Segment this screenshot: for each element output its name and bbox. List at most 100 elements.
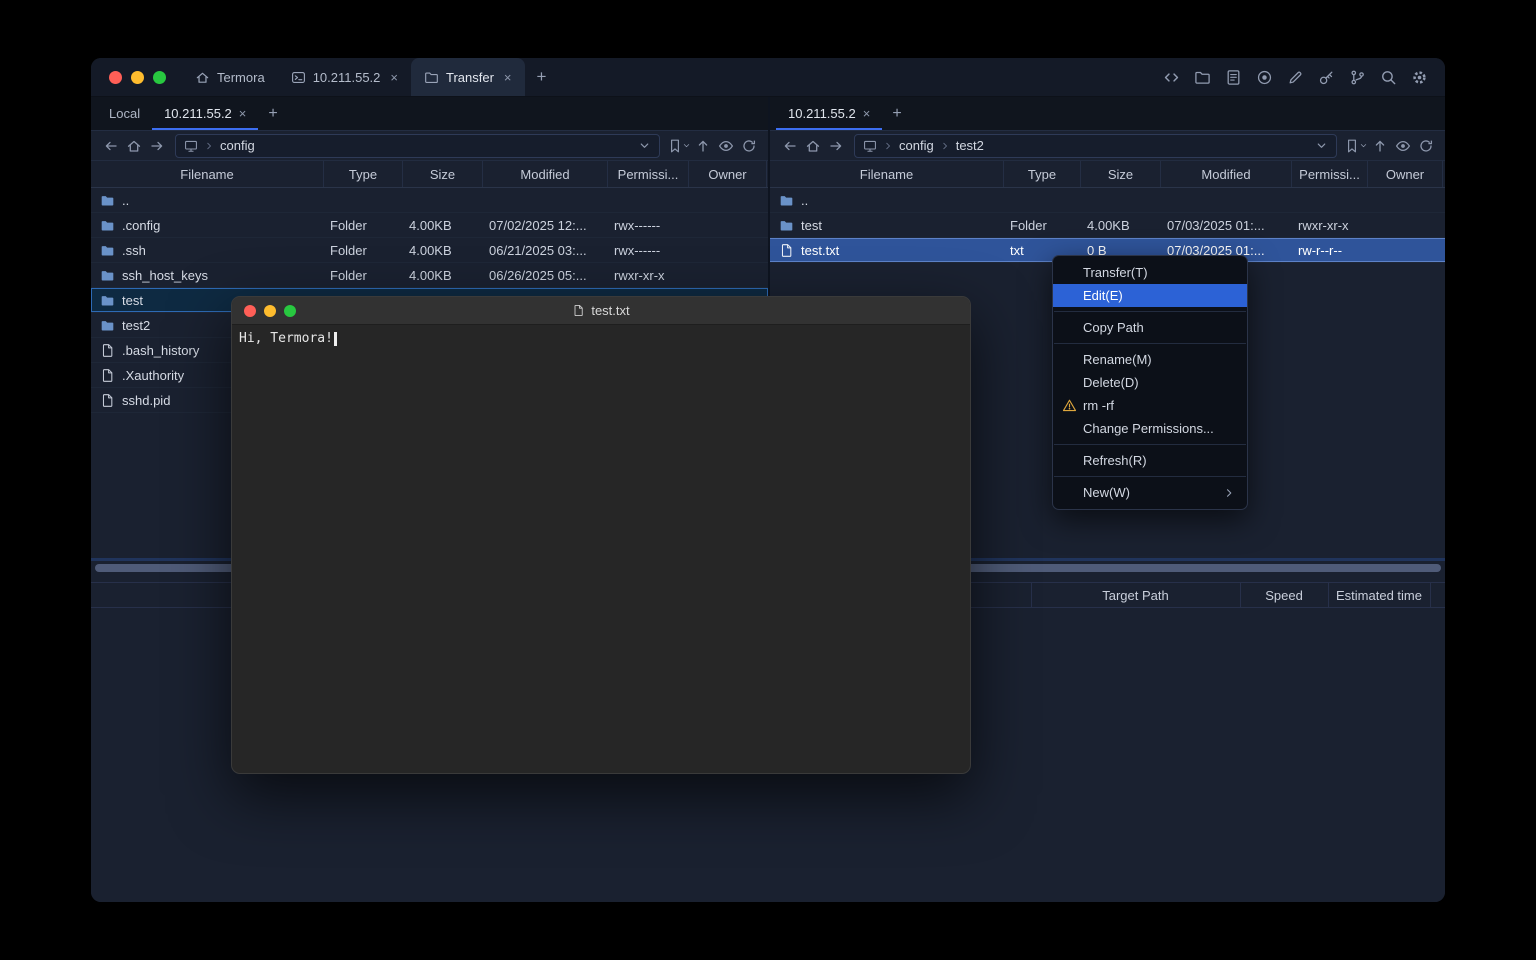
refresh-button[interactable] <box>1414 134 1437 157</box>
modified-cell <box>1161 188 1292 212</box>
type-cell: Folder <box>324 213 403 237</box>
settings-icon[interactable] <box>1408 66 1430 88</box>
column-header-modified[interactable]: Modified <box>483 161 608 187</box>
menu-separator <box>1054 311 1246 312</box>
back-button[interactable] <box>778 134 801 157</box>
column-header-permissions[interactable]: Permissi... <box>1292 161 1368 187</box>
owner-cell <box>1368 213 1443 237</box>
close-icon[interactable]: × <box>504 70 512 85</box>
menu-item-delete[interactable]: Delete(D) <box>1053 371 1247 394</box>
menu-separator <box>1054 343 1246 344</box>
menu-item-change-permissions[interactable]: Change Permissions... <box>1053 417 1247 440</box>
column-header-size[interactable]: Size <box>403 161 483 187</box>
close-icon[interactable]: × <box>863 106 871 121</box>
column-header-type[interactable]: Type <box>1004 161 1081 187</box>
refresh-button[interactable] <box>737 134 760 157</box>
file-row[interactable]: .config Folder 4.00KB 07/02/2025 12:... … <box>91 213 768 238</box>
column-header-filename[interactable]: Filename <box>770 161 1004 187</box>
bookmark-button[interactable] <box>667 134 691 157</box>
forward-button[interactable] <box>824 134 847 157</box>
computer-icon <box>184 139 198 153</box>
home-button[interactable] <box>122 134 145 157</box>
show-hidden-button[interactable] <box>714 134 737 157</box>
size-cell: 4.00KB <box>403 238 483 262</box>
editor-content[interactable]: Hi, Termora! <box>232 325 970 352</box>
queue-column-estimated-time[interactable]: Estimated time <box>1328 583 1430 607</box>
path-field[interactable]: config test2 <box>854 134 1337 158</box>
menu-item-edit[interactable]: Edit(E) <box>1053 284 1247 307</box>
new-panel-tab-button[interactable]: + <box>882 97 911 130</box>
main-tab-bar: Termora 10.211.55.2 × Transfer × + <box>182 58 558 96</box>
column-header-size[interactable]: Size <box>1081 161 1161 187</box>
path-field[interactable]: config <box>175 134 660 158</box>
editor-titlebar[interactable]: test.txt <box>232 297 970 325</box>
code-icon[interactable] <box>1160 66 1182 88</box>
chevron-down-icon[interactable] <box>638 139 651 152</box>
queue-column-target-path[interactable]: Target Path <box>1031 583 1240 607</box>
tab-host-terminal[interactable]: 10.211.55.2 × <box>278 58 411 96</box>
editor-title-text: test.txt <box>591 303 629 318</box>
column-header-filename[interactable]: Filename <box>91 161 324 187</box>
filename-cell: .. <box>770 188 1004 212</box>
close-window-button[interactable] <box>109 71 122 84</box>
upload-button[interactable] <box>691 134 714 157</box>
modified-cell: 06/26/2025 05:... <box>483 263 608 287</box>
file-row[interactable]: test Folder 4.00KB 07/03/2025 01:... rwx… <box>770 213 1445 238</box>
forward-button[interactable] <box>145 134 168 157</box>
show-hidden-button[interactable] <box>1391 134 1414 157</box>
file-list: .. test Folder 4.00KB 07/03/2025 01:... … <box>770 188 1445 263</box>
chevron-down-icon[interactable] <box>1315 139 1328 152</box>
menu-item-refresh[interactable]: Refresh(R) <box>1053 449 1247 472</box>
tab-right-host[interactable]: 10.211.55.2 × <box>776 97 882 130</box>
column-header-type[interactable]: Type <box>324 161 403 187</box>
tab-transfer[interactable]: Transfer × <box>411 58 525 96</box>
search-icon[interactable] <box>1377 66 1399 88</box>
permissions-cell: rwx------ <box>608 213 689 237</box>
new-panel-tab-button[interactable]: + <box>258 97 287 130</box>
tab-termora[interactable]: Termora <box>182 58 278 96</box>
menu-item-rm-rf[interactable]: rm -rf <box>1053 394 1247 417</box>
zoom-window-button[interactable] <box>284 305 296 317</box>
home-button[interactable] <box>801 134 824 157</box>
folder-icon[interactable] <box>1191 66 1213 88</box>
pencil-icon[interactable] <box>1284 66 1306 88</box>
queue-column-speed[interactable]: Speed <box>1240 583 1328 607</box>
menu-item-new[interactable]: New(W) <box>1053 481 1247 504</box>
column-header-modified[interactable]: Modified <box>1161 161 1292 187</box>
minimize-window-button[interactable] <box>131 71 144 84</box>
path-segment[interactable]: config <box>899 138 934 153</box>
file-icon <box>100 393 115 408</box>
menu-separator <box>1054 476 1246 477</box>
file-row[interactable]: ssh_host_keys Folder 4.00KB 06/26/2025 0… <box>91 263 768 288</box>
menu-item-copy-path[interactable]: Copy Path <box>1053 316 1247 339</box>
key-icon[interactable] <box>1315 66 1337 88</box>
close-icon[interactable]: × <box>239 106 247 121</box>
bookmark-button[interactable] <box>1344 134 1368 157</box>
column-header-owner[interactable]: Owner <box>689 161 767 187</box>
permissions-cell: rwxr-xr-x <box>608 263 689 287</box>
path-segment[interactable]: test2 <box>956 138 984 153</box>
log-icon[interactable] <box>1222 66 1244 88</box>
file-row[interactable]: .. <box>91 188 768 213</box>
close-icon[interactable]: × <box>390 70 398 85</box>
close-window-button[interactable] <box>244 305 256 317</box>
file-row[interactable]: .. <box>770 188 1445 213</box>
record-icon[interactable] <box>1253 66 1275 88</box>
back-button[interactable] <box>99 134 122 157</box>
zoom-window-button[interactable] <box>153 71 166 84</box>
menu-item-rename[interactable]: Rename(M) <box>1053 348 1247 371</box>
column-header-owner[interactable]: Owner <box>1368 161 1443 187</box>
new-tab-button[interactable]: + <box>525 58 559 96</box>
titlebar[interactable]: Termora 10.211.55.2 × Transfer × + <box>91 58 1445 97</box>
branch-icon[interactable] <box>1346 66 1368 88</box>
tab-local[interactable]: Local <box>97 97 152 130</box>
path-segment[interactable]: config <box>220 138 255 153</box>
minimize-window-button[interactable] <box>264 305 276 317</box>
chevron-right-icon <box>940 141 950 151</box>
tab-left-host[interactable]: 10.211.55.2 × <box>152 97 258 130</box>
folder-icon <box>779 218 794 233</box>
menu-item-transfer[interactable]: Transfer(T) <box>1053 261 1247 284</box>
upload-button[interactable] <box>1368 134 1391 157</box>
file-row[interactable]: .ssh Folder 4.00KB 06/21/2025 03:... rwx… <box>91 238 768 263</box>
column-header-permissions[interactable]: Permissi... <box>608 161 689 187</box>
